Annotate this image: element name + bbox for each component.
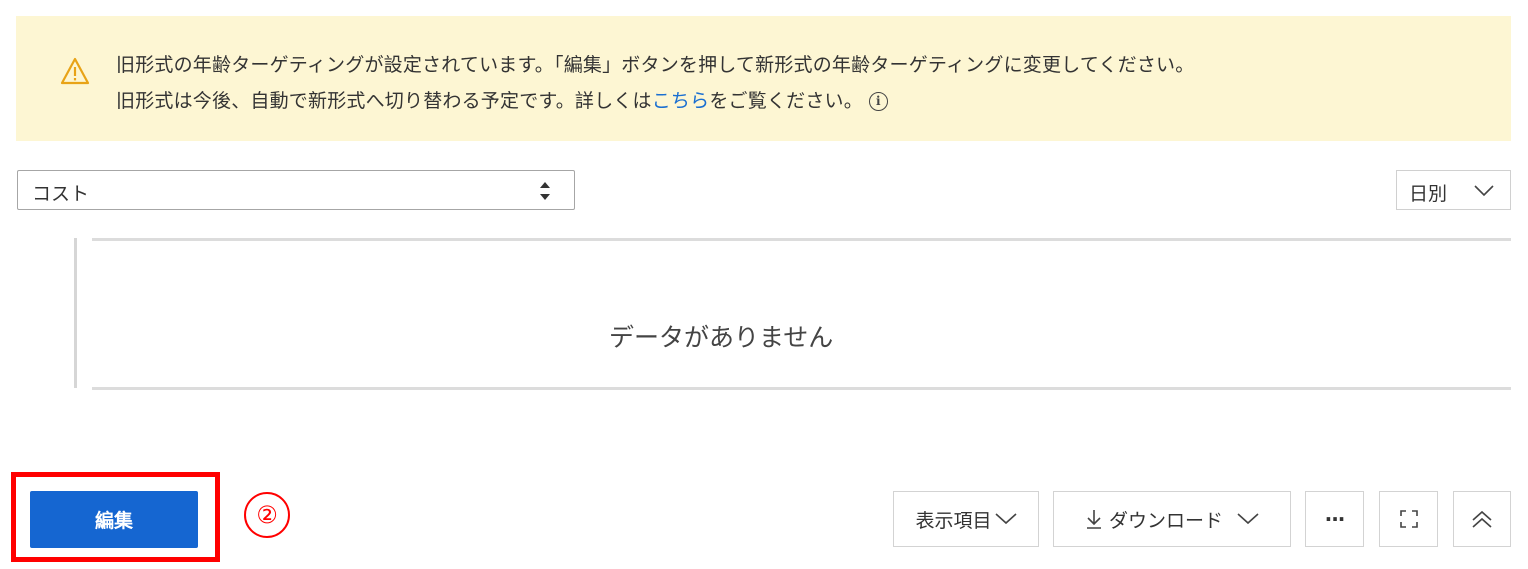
details-link[interactable]: こちら (652, 90, 710, 112)
chevron-down-icon (1474, 185, 1494, 197)
collapse-button[interactable] (1453, 491, 1511, 547)
download-button[interactable]: ダウンロード (1053, 491, 1291, 547)
notice-line-1: 旧形式の年齢ターゲティングが設定されています。「編集」ボタンを押して新形式の年齢… (116, 54, 1195, 76)
step-marker-label: ② (256, 501, 278, 529)
notice-line-2-suffix: をご覧ください。 (709, 90, 863, 112)
columns-label: 表示項目 (915, 509, 992, 532)
metric-select-value: コスト (32, 183, 90, 205)
chart-area: データがありません (74, 238, 1511, 390)
edit-button[interactable]: 編集 (30, 491, 198, 548)
double-chevron-up-icon (1472, 510, 1492, 528)
sort-arrows-icon (540, 182, 550, 200)
chart-bottom-border (92, 387, 1511, 390)
download-icon (1086, 510, 1101, 529)
chevron-down-icon (994, 513, 1017, 525)
notice-line-2: 旧形式は今後、自動で新形式へ切り替わる予定です。詳しくはこちらをご覧ください。 i (116, 86, 888, 113)
chart-axis-line (74, 238, 77, 388)
period-select[interactable]: 日別 (1396, 170, 1511, 210)
more-icon: ··· (1324, 507, 1346, 531)
more-button[interactable]: ··· (1305, 491, 1364, 547)
columns-button[interactable]: 表示項目 (893, 491, 1039, 547)
fullscreen-button[interactable] (1379, 491, 1438, 547)
step-marker: ② (244, 492, 290, 538)
warning-icon (60, 57, 90, 85)
no-data-message: データがありません (609, 323, 834, 352)
download-label: ダウンロード (1108, 509, 1223, 532)
period-select-value: 日別 (1409, 183, 1448, 205)
fullscreen-icon (1399, 510, 1418, 528)
info-icon[interactable]: i (868, 92, 888, 111)
age-targeting-notice: 旧形式の年齢ターゲティングが設定されています。「編集」ボタンを押して新形式の年齢… (16, 16, 1511, 141)
notice-line-2-prefix: 旧形式は今後、自動で新形式へ切り替わる予定です。詳しくは (116, 90, 652, 112)
metric-select[interactable]: コスト (17, 170, 575, 210)
chart-top-border (92, 238, 1511, 241)
chevron-down-icon (1237, 513, 1259, 525)
